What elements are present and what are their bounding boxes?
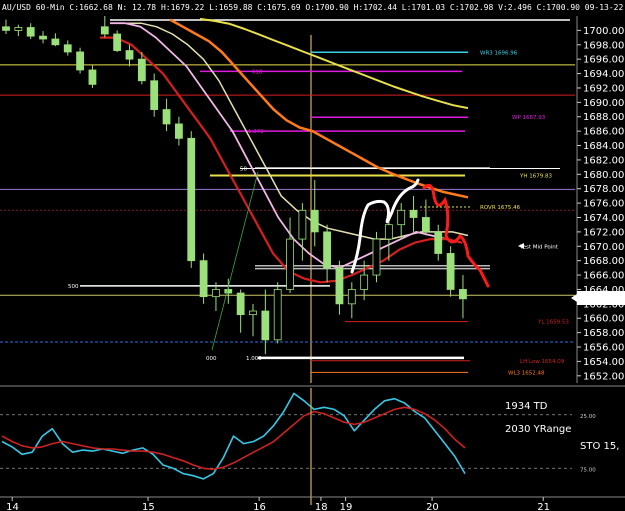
level-label: YL 1659.53 [537, 320, 569, 326]
price-tick-label: 1700.00 [583, 26, 624, 37]
sto-tick-label: 25.00 [580, 414, 596, 420]
price-tick-label: 1678.00 [583, 184, 624, 195]
candle-body [372, 238, 381, 276]
candle-body [224, 289, 233, 294]
price-tick-label: 1688.00 [583, 112, 624, 123]
candle-body [323, 231, 332, 269]
candle-body [212, 289, 220, 298]
price-tick-label: 1660.00 [583, 314, 624, 325]
candle-body [187, 137, 196, 262]
price-tick-label: 1674.00 [583, 213, 624, 224]
price-axis: 1700.00 1698.00 1696.00 1694.00 1692.00 1690.… [576, 16, 624, 383]
sto-tick-label: 75.00 [580, 467, 596, 473]
candle-body [174, 123, 183, 139]
candle-body [125, 50, 134, 60]
candle-body [63, 44, 72, 53]
candle-body [14, 27, 23, 31]
candle-body [39, 35, 47, 40]
price-tick-label: 1692.00 [583, 83, 624, 94]
price-tick-label: 1670.00 [583, 242, 624, 253]
level-label: 50 [240, 167, 247, 173]
price-tick-label: 1652.00 [583, 371, 624, 382]
price-tick-label: 1672.00 [583, 227, 624, 238]
level-label: WR3 1696.96 [480, 50, 518, 56]
candle-body [100, 26, 109, 35]
candle-body [88, 69, 97, 85]
level-label: 000 [206, 356, 217, 362]
candle-body [298, 209, 307, 240]
candle-body [199, 260, 208, 298]
candle-body [162, 109, 171, 125]
trading-chart: AU/USD 60-Min C:1662.68 N: 12.78 H:1679.… [0, 0, 625, 511]
level-label: WL3 1652.48 [508, 370, 545, 376]
candle-body [310, 209, 319, 233]
price-tick-label: 1654.00 [583, 357, 624, 368]
price-tick-label: 1694.00 [583, 69, 624, 80]
candle-body [113, 33, 122, 51]
level-label: Yest Mid Point [519, 244, 559, 250]
level-label: WP 1687.93 [512, 115, 546, 121]
price-tick-label: 1684.00 [583, 141, 624, 152]
candle-body [459, 289, 467, 300]
price-tick-label: 1690.00 [583, 98, 624, 109]
candle-body [384, 224, 393, 240]
sto-title: STO 15, [580, 441, 619, 452]
price-tick-label: 1658.00 [583, 328, 624, 339]
level-label: LH Low 1654.09 [520, 359, 565, 365]
last-price-label: 1662.68 [582, 294, 623, 305]
price-tick-label: 1666.00 [583, 271, 624, 282]
level-label: 500 [68, 284, 79, 290]
candle-body [137, 58, 146, 82]
price-tick-label: 1696.00 [583, 55, 624, 66]
time-tick-label: 14 [6, 502, 19, 511]
level-label: 618 [252, 69, 263, 75]
candle-body [434, 231, 443, 254]
level-label: 1.000 [246, 356, 262, 362]
candle-body [76, 51, 84, 71]
candle-body [26, 27, 35, 37]
last-price-marker: 1662.68 [571, 291, 625, 305]
candle-body [273, 289, 282, 341]
price-tick-label: 1686.00 [583, 127, 624, 138]
candle-body [2, 26, 10, 31]
candle-body [150, 80, 159, 110]
price-tick-label: 1682.00 [583, 155, 624, 166]
time-tick-label: 16 [253, 502, 266, 511]
candle-body [335, 267, 344, 305]
price-tick-label: 1668.00 [583, 256, 624, 267]
price-tick-label: 1676.00 [583, 199, 624, 210]
candle-body [397, 209, 406, 226]
price-tick-label: 1656.00 [583, 343, 624, 354]
candle-body [360, 274, 369, 290]
candle-body [409, 209, 418, 218]
level-label: ROVR 1675.46 [480, 205, 521, 211]
price-tick-label: 1680.00 [583, 170, 624, 181]
candle-body [446, 253, 455, 290]
candle-body [236, 292, 245, 316]
price-tick-label: 1698.00 [583, 40, 624, 51]
time-tick-label: 19 [340, 502, 353, 511]
candle-body [261, 310, 270, 341]
level-label: YH 1679.83 [519, 174, 552, 180]
candle-body [347, 289, 356, 305]
candle-body [249, 310, 257, 316]
chart-header: AU/USD 60-Min C:1662.68 N: 12.78 H:1679.… [2, 3, 625, 12]
candle-body [286, 238, 294, 290]
time-tick-label: 21 [537, 502, 550, 511]
candle-body [421, 217, 430, 233]
time-tick-label: 20 [426, 502, 439, 511]
level-label: 1.272 [248, 129, 264, 135]
candle-body [51, 38, 60, 46]
time-tick-label: 18 [315, 502, 328, 511]
sto-label-yrange: 2030 YRange [505, 424, 571, 435]
sto-label-td: 1934 TD [505, 401, 548, 412]
time-tick-label: 15 [142, 502, 155, 511]
